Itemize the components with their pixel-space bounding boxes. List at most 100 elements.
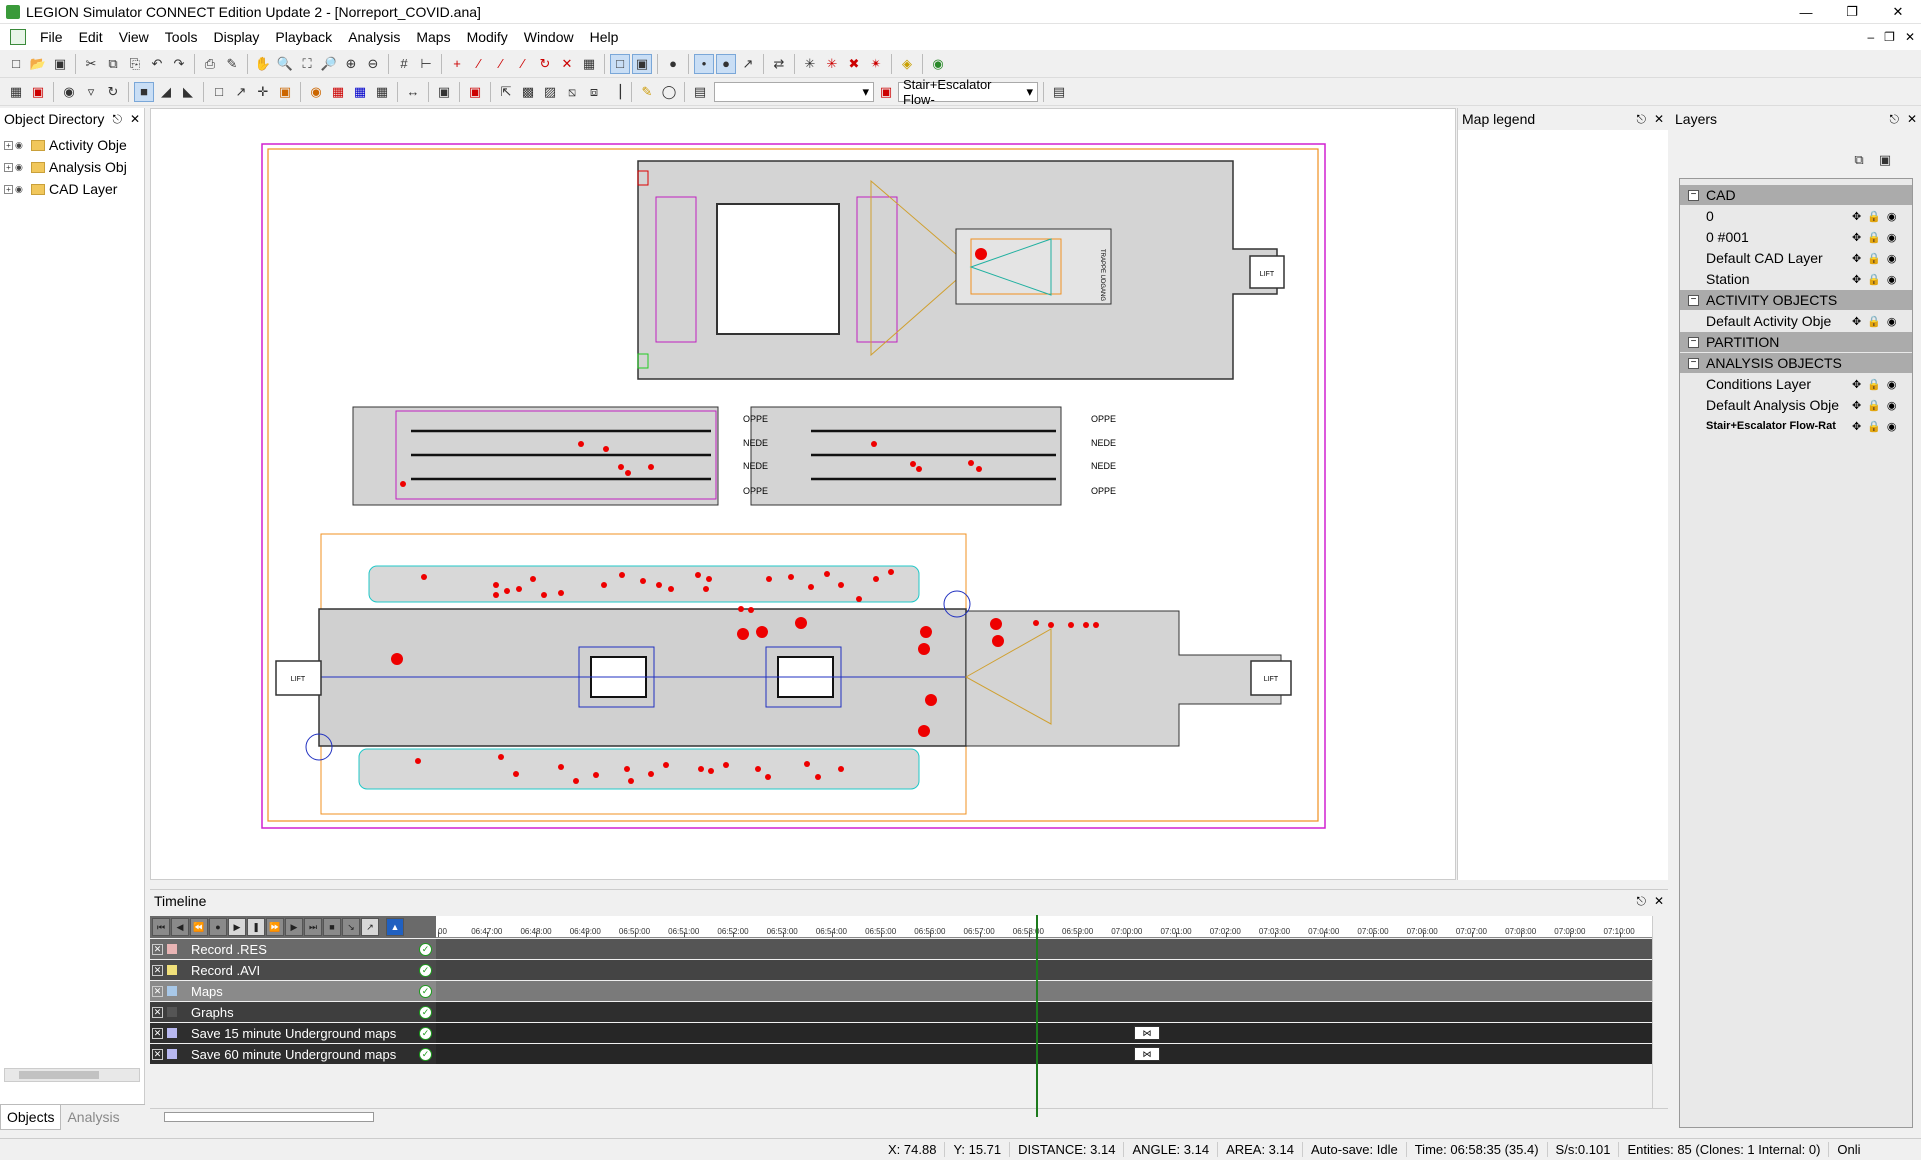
density-map-icon[interactable]: ▦ (372, 82, 392, 102)
remove-icon[interactable]: ✕ (152, 964, 163, 976)
layer-row[interactable]: Default CAD Layer ✥ 🔒 ◉ (1680, 248, 1912, 268)
record-icon[interactable]: ● (209, 918, 227, 936)
eye-icon[interactable]: ◉ (1887, 315, 1897, 328)
close-icon[interactable]: ✕ (1654, 894, 1664, 909)
map-view[interactable]: LIFT TRAPPE UDGANG OPPE NEDE NEDE OPPE O… (150, 108, 1456, 880)
menu-tools[interactable]: Tools (157, 29, 206, 45)
draw-polyline-icon[interactable]: ∕ (491, 54, 511, 74)
save-icon[interactable]: ▣ (50, 54, 70, 74)
binoculars-icon[interactable]: ◉ (59, 82, 79, 102)
lock-icon[interactable]: 🔒 (1867, 210, 1881, 223)
entity-icon[interactable]: ◉ (306, 82, 326, 102)
layers-icon[interactable]: ▤ (690, 82, 710, 102)
open-icon[interactable]: 📂 (28, 54, 48, 74)
eye-icon[interactable]: ◉ (1887, 231, 1897, 244)
properties-icon[interactable]: ✎ (222, 54, 242, 74)
redo-icon[interactable]: ↷ (169, 54, 189, 74)
fill-shape-icon[interactable]: ◢ (156, 82, 176, 102)
move-icon[interactable]: ✥ (1852, 420, 1861, 433)
measure-icon[interactable]: ↗ (738, 54, 758, 74)
menu-playback[interactable]: Playback (267, 29, 340, 45)
lock-icon[interactable]: 🔒 (1867, 399, 1881, 412)
zoom-window-icon[interactable]: 🔍 (275, 54, 295, 74)
check-icon[interactable]: ✓ (419, 1005, 432, 1019)
record-icon[interactable]: ▣ (465, 82, 485, 102)
vehicle-icon[interactable]: ● (663, 54, 683, 74)
filter-icon[interactable]: ▿ (81, 82, 101, 102)
layer-row[interactable]: Default Activity Obje ✥ 🔒 ◉ (1680, 311, 1912, 331)
remove-icon[interactable]: ✕ (152, 1048, 163, 1060)
close-icon[interactable]: ✕ (1907, 112, 1917, 127)
counter-icon[interactable]: ▣ (275, 82, 295, 102)
timeline-horizontal-scrollbar[interactable] (150, 1108, 1668, 1124)
timeline-row-label[interactable]: ✕ Record .AVI ✓ (150, 960, 436, 980)
menu-maps[interactable]: Maps (408, 29, 458, 45)
pin-icon[interactable]: ⎋ (1636, 112, 1646, 127)
zoom-in-icon[interactable]: ⊕ (341, 54, 361, 74)
eye-icon[interactable]: ◉ (1887, 420, 1897, 433)
select-multi-icon[interactable]: ▣ (632, 53, 652, 74)
draw-segment-icon[interactable]: ∕ (513, 54, 533, 74)
menu-display[interactable]: Display (205, 29, 267, 45)
lock-icon[interactable]: 🔒 (1867, 315, 1881, 328)
station-map[interactable]: LIFT TRAPPE UDGANG OPPE NEDE NEDE OPPE O… (151, 109, 1455, 879)
move-icon[interactable]: ✥ (1852, 378, 1861, 391)
tab-analysis[interactable]: Analysis (61, 1105, 125, 1130)
lock-icon[interactable]: 🔒 (1867, 420, 1881, 433)
pin-icon[interactable]: ⎋ (112, 112, 122, 127)
undo-icon[interactable]: ↶ (147, 54, 167, 74)
expand-icon[interactable]: + (4, 184, 13, 194)
timeline-row-track[interactable] (436, 1002, 1652, 1022)
new-icon[interactable]: □ (6, 54, 26, 74)
node-delete-icon[interactable]: ✖ (844, 54, 864, 74)
eye-icon[interactable]: ◉ (1887, 399, 1897, 412)
select-icon[interactable]: □ (610, 53, 630, 74)
eye-icon[interactable]: ◉ (15, 140, 29, 151)
collapse-icon[interactable]: − (1688, 189, 1699, 201)
pin-icon[interactable]: ⎋ (1889, 112, 1899, 127)
collapse-icon[interactable]: − (1688, 357, 1699, 369)
timeline-ruler[interactable]: 00 06:47:00 06:48:00 06:49:00 06:50:00 06:51:… (436, 916, 1652, 938)
timeline-row-label[interactable]: ✕ Maps ✓ (150, 981, 436, 1001)
globe-icon[interactable]: ◉ (928, 54, 948, 74)
rect-icon[interactable]: □ (209, 82, 229, 102)
bulb-icon[interactable]: ◈ (897, 54, 917, 74)
step-back-icon[interactable]: ◀ (171, 918, 189, 936)
timeline-row[interactable]: ✕ Graphs ✓ (150, 1002, 1652, 1022)
check-icon[interactable]: ✓ (419, 1026, 432, 1040)
select-area-icon[interactable]: ⇱ (496, 82, 516, 102)
minimize-button[interactable]: — (1783, 0, 1829, 24)
draw-arc-icon[interactable]: ↻ (535, 54, 555, 74)
split-icon[interactable]: ✛ (253, 82, 273, 102)
timeline-row-label[interactable]: ✕ Graphs ✓ (150, 1002, 436, 1022)
fill-rect-icon[interactable]: ■ (134, 81, 154, 102)
layer-group-header[interactable]: − ACTIVITY OBJECTS (1680, 290, 1912, 310)
zoom-area-icon[interactable]: 🔎 (319, 54, 339, 74)
layer-row[interactable]: Stair+Escalator Flow-Rat ✥ 🔒 ◉ (1680, 416, 1912, 436)
flow-map-icon[interactable]: ▦ (350, 82, 370, 102)
links-icon[interactable]: ▨ (540, 82, 560, 102)
timeline-row-track[interactable] (436, 939, 1652, 959)
layer-group-header[interactable]: − CAD (1680, 185, 1912, 205)
menu-modify[interactable]: Modify (459, 29, 516, 45)
menu-analysis[interactable]: Analysis (340, 29, 408, 45)
rewind-icon[interactable]: ⏪ (190, 918, 208, 936)
nodes-icon[interactable]: ▩ (518, 82, 538, 102)
vertex-icon[interactable]: ↗ (231, 82, 251, 102)
eye-icon[interactable]: ◉ (15, 184, 29, 195)
play-icon[interactable]: ▶ (228, 918, 246, 936)
node-edit-icon[interactable]: ✳ (822, 54, 842, 74)
draw-line-icon[interactable]: ∕ (469, 54, 489, 74)
menu-help[interactable]: Help (582, 29, 627, 45)
mdi-restore-button[interactable]: ❐ (1884, 30, 1895, 44)
zoom-out-icon[interactable]: ⊖ (363, 54, 383, 74)
move-icon[interactable]: ✥ (1852, 252, 1861, 265)
barrier-icon[interactable]: ▕ (606, 82, 626, 102)
close-button[interactable]: ✕ (1875, 0, 1921, 24)
pause-icon[interactable]: ❚ (247, 918, 265, 936)
layer-group-header[interactable]: − PARTITION (1680, 332, 1912, 352)
timeline-vertical-scrollbar[interactable] (1652, 916, 1668, 1116)
mdi-minimize-button[interactable]: – (1867, 30, 1874, 44)
fast-icon[interactable]: ↗ (361, 918, 379, 936)
slow-icon[interactable]: ↘ (342, 918, 360, 936)
